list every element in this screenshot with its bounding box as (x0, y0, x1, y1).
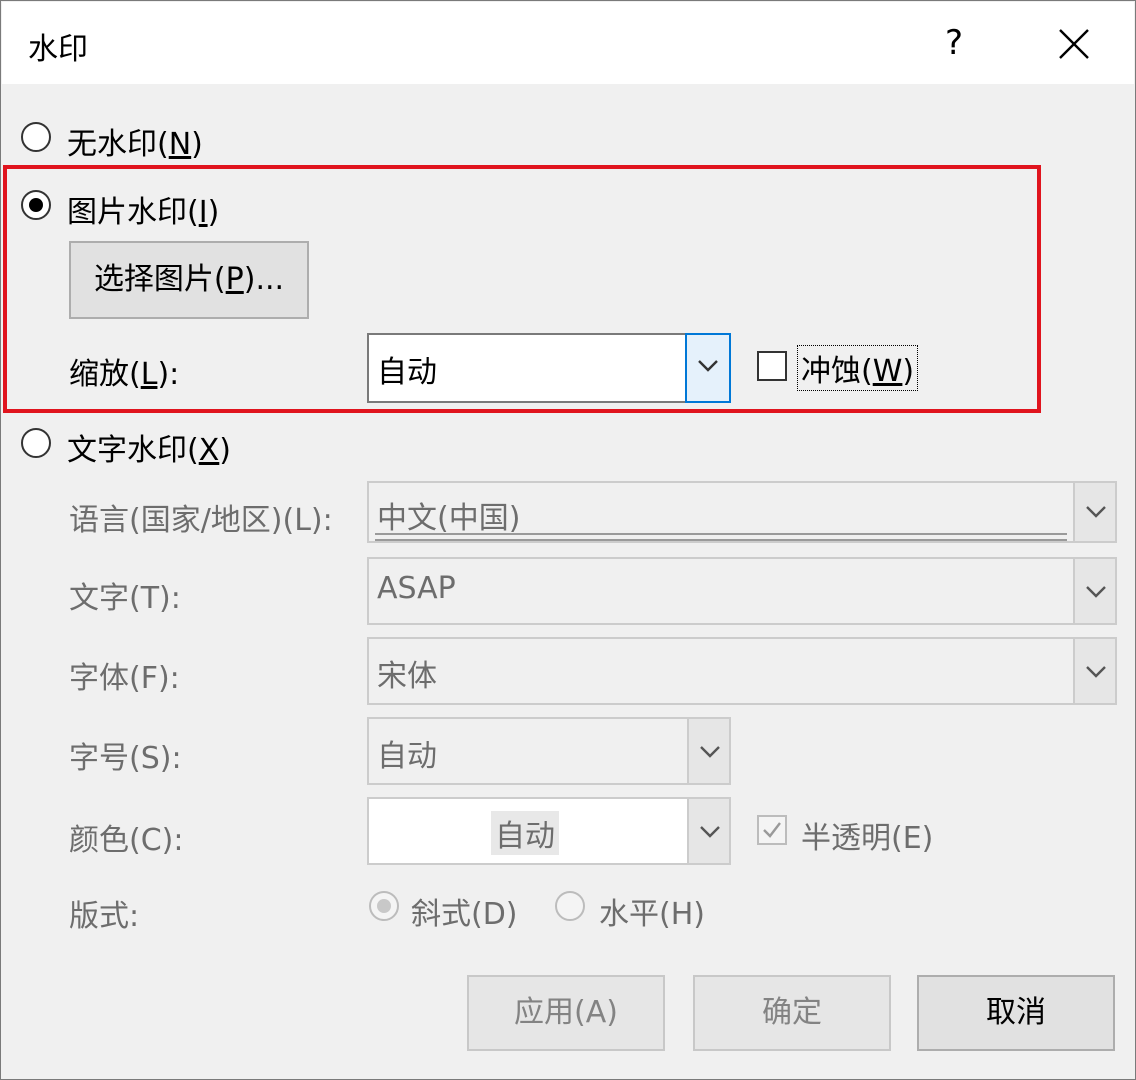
language-dropdown[interactable]: 中文(中国) (367, 481, 1117, 543)
color-value: 自动 (491, 811, 559, 855)
close-icon (1059, 29, 1089, 59)
size-label: 字号(S): (69, 741, 182, 776)
semitransparent-label: 半透明(E) (801, 821, 934, 856)
color-dropdown-arrow[interactable] (687, 799, 729, 863)
ok-button[interactable]: 确定 (693, 975, 891, 1051)
checkmark-icon (763, 822, 781, 838)
dialog-title: 水印 (28, 32, 88, 67)
text-label: 文字(T): (69, 581, 181, 616)
help-button[interactable]: ? (926, 14, 982, 72)
font-value: 宋体 (377, 659, 437, 694)
text-value: ASAP (377, 571, 456, 606)
font-label: 字体(F): (69, 661, 180, 696)
language-dropdown-arrow[interactable] (1073, 483, 1115, 541)
scale-label: 缩放(L): (69, 357, 180, 392)
chevron-down-icon (1086, 586, 1106, 598)
semitransparent-checkbox[interactable] (757, 815, 787, 845)
layout-diagonal-radio[interactable] (369, 891, 399, 921)
chevron-down-icon (700, 746, 720, 758)
size-dropdown-arrow[interactable] (687, 719, 729, 783)
no-watermark-option[interactable]: 无水印(N) (21, 119, 321, 162)
layout-label: 版式: (69, 899, 140, 934)
text-watermark-option[interactable]: 文字水印(X) (21, 425, 321, 468)
picture-watermark-radio[interactable] (21, 190, 51, 220)
layout-horizontal-label: 水平(H) (599, 897, 705, 932)
apply-button[interactable]: 应用(A) (467, 975, 665, 1051)
text-dropdown-arrow[interactable] (1073, 559, 1115, 623)
cancel-button[interactable]: 取消 (917, 975, 1115, 1051)
chevron-down-icon (700, 826, 720, 838)
close-button[interactable] (1042, 14, 1106, 72)
text-dropdown[interactable]: ASAP (367, 557, 1117, 625)
picture-watermark-label: 图片水印(I) (67, 195, 220, 230)
color-label: 颜色(C): (69, 823, 184, 858)
no-watermark-radio[interactable] (21, 122, 51, 152)
select-picture-button[interactable]: 选择图片(P)... (69, 241, 309, 319)
layout-horizontal-radio[interactable] (555, 891, 585, 921)
font-dropdown[interactable]: 宋体 (367, 637, 1117, 705)
layout-diagonal-label: 斜式(D) (411, 897, 518, 932)
text-watermark-radio[interactable] (21, 428, 51, 458)
scale-dropdown-arrow[interactable] (685, 333, 731, 403)
text-watermark-label: 文字水印(X) (67, 433, 231, 468)
no-watermark-label: 无水印(N) (67, 127, 203, 162)
language-underline (375, 533, 1067, 541)
scale-dropdown[interactable]: 自动 (367, 333, 731, 403)
picture-watermark-option[interactable]: 图片水印(I) (21, 187, 321, 230)
size-value: 自动 (377, 739, 437, 774)
scale-value: 自动 (377, 355, 437, 390)
size-dropdown[interactable]: 自动 (367, 717, 731, 785)
color-dropdown[interactable]: 自动 (367, 797, 731, 865)
watermark-dialog: 水印 ? 无水印(N) 图片水印(I) 选择图片(P)... 缩放(L): 自动… (0, 0, 1136, 1080)
chevron-down-icon (1086, 666, 1106, 678)
title-bar: 水印 ? (2, 2, 1134, 84)
chevron-down-icon (1086, 506, 1106, 518)
language-label: 语言(国家/地区)(L): (69, 503, 333, 538)
chevron-down-icon (698, 360, 718, 372)
washout-label[interactable]: 冲蚀(W) (797, 345, 919, 391)
language-value: 中文(中国) (377, 501, 521, 536)
font-dropdown-arrow[interactable] (1073, 639, 1115, 703)
washout-checkbox[interactable] (757, 351, 787, 381)
